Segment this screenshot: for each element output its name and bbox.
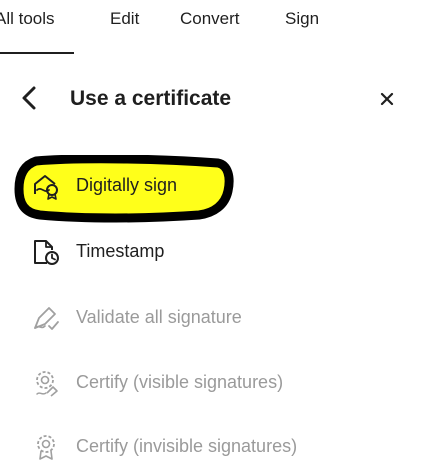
tool-label: Timestamp xyxy=(76,241,165,261)
close-icon xyxy=(380,92,394,106)
tool-label: Certify (invisible signatures) xyxy=(76,436,298,456)
document-clock-icon xyxy=(34,240,59,265)
tool-label: Certify (visible signatures) xyxy=(76,372,284,392)
active-tab-indicator xyxy=(0,52,74,54)
tool-tabs: All tools Edit Convert Sign xyxy=(0,0,423,54)
tool-label: Validate all signature xyxy=(76,307,242,327)
tab-convert[interactable]: Convert xyxy=(180,9,240,29)
certificate-sign-icon xyxy=(34,175,58,200)
tab-all-tools[interactable]: All tools xyxy=(0,9,55,29)
close-button[interactable] xyxy=(378,90,396,108)
signature-check-icon xyxy=(34,307,59,330)
certify-invisible-icon xyxy=(37,435,55,460)
tool-validate-all-signature[interactable]: Validate all signature xyxy=(0,296,423,340)
chevron-left-icon xyxy=(22,86,36,110)
tab-edit[interactable]: Edit xyxy=(110,9,139,29)
panel-header: Use a certificate xyxy=(0,70,423,126)
tool-label: Digitally sign xyxy=(76,175,178,195)
panel-title: Use a certificate xyxy=(70,87,232,110)
back-button[interactable] xyxy=(18,84,42,112)
tool-timestamp[interactable]: Timestamp xyxy=(0,230,423,274)
tool-certify-visible[interactable]: Certify (visible signatures) xyxy=(0,361,423,405)
tab-sign[interactable]: Sign xyxy=(285,9,319,29)
tool-certify-invisible[interactable]: Certify (invisible signatures) xyxy=(0,425,423,469)
tool-digitally-sign[interactable]: Digitally sign xyxy=(0,164,423,208)
certify-visible-icon xyxy=(36,371,58,397)
